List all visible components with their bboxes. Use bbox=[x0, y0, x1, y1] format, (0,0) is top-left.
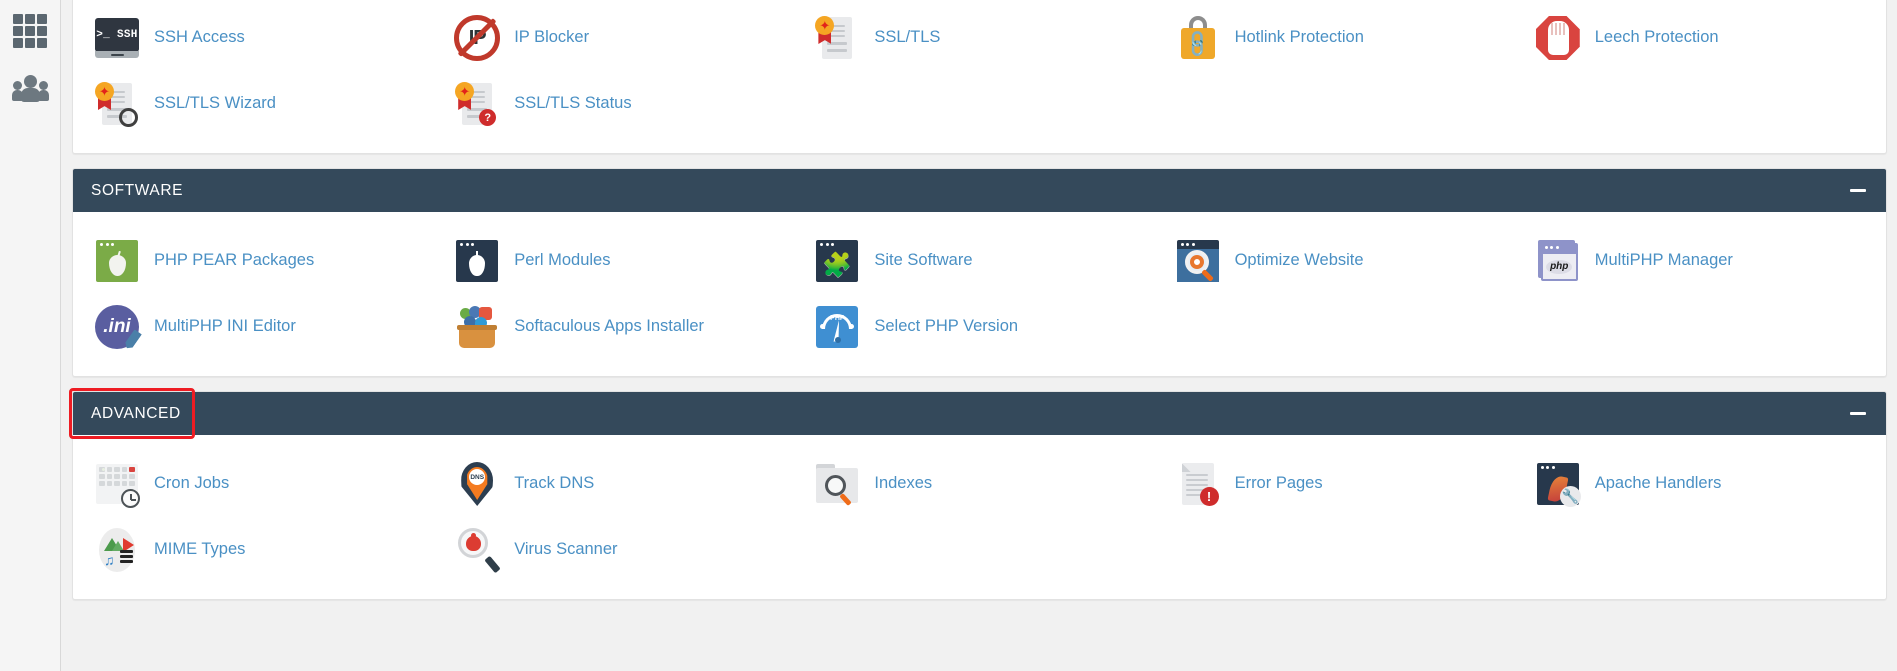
tile-spacer bbox=[1520, 71, 1880, 137]
tile-apache-handlers[interactable]: 🔧 Apache Handlers bbox=[1520, 451, 1880, 517]
grid-apps-icon bbox=[13, 14, 47, 48]
advanced-panel-header[interactable]: ADVANCED bbox=[73, 392, 1886, 435]
main-content: >_ SSH SSH Access IP IP Blocker bbox=[61, 0, 1897, 671]
tile-mime-types[interactable]: ♫ MIME Types bbox=[79, 517, 439, 583]
minus-icon[interactable] bbox=[1847, 180, 1869, 202]
tile-label: MultiPHP Manager bbox=[1595, 251, 1733, 271]
tile-multiphp-manager[interactable]: php MultiPHP Manager bbox=[1520, 228, 1880, 294]
tile-label: Indexes bbox=[874, 474, 932, 494]
tile-perl-modules[interactable]: Perl Modules bbox=[439, 228, 799, 294]
users-icon bbox=[12, 75, 48, 103]
tile-spacer bbox=[1520, 294, 1880, 360]
apache-feather-wrench-icon: 🔧 bbox=[1534, 460, 1582, 508]
tile-php-pear-packages[interactable]: PHP PEAR Packages bbox=[79, 228, 439, 294]
left-sidebar bbox=[0, 0, 61, 671]
multiphp-manager-icon: php bbox=[1534, 237, 1582, 285]
software-panel-title: SOFTWARE bbox=[91, 182, 183, 200]
tile-spacer bbox=[1160, 517, 1520, 583]
tile-label: Track DNS bbox=[514, 474, 594, 494]
software-tiles: PHP PEAR Packages Perl Modules bbox=[73, 212, 1886, 376]
document-error-icon: ! bbox=[1174, 460, 1222, 508]
stop-hand-icon bbox=[1534, 14, 1582, 62]
tile-spacer bbox=[799, 71, 1159, 137]
ssl-wizard-icon: ✦ bbox=[93, 80, 141, 128]
tile-hotlink-protection[interactable]: 🔗 Hotlink Protection bbox=[1160, 5, 1520, 71]
tile-virus-scanner[interactable]: Virus Scanner bbox=[439, 517, 799, 583]
tile-cron-jobs[interactable]: Cron Jobs bbox=[79, 451, 439, 517]
tile-ssl-tls-wizard[interactable]: ✦ SSL/TLS Wizard bbox=[79, 71, 439, 137]
ssl-certificate-icon: ✦ bbox=[813, 14, 861, 62]
tile-label: Leech Protection bbox=[1595, 28, 1719, 48]
php-gauge-icon: PHP bbox=[813, 303, 861, 351]
perl-onion-icon bbox=[453, 237, 501, 285]
dns-pin-icon: DNS bbox=[453, 460, 501, 508]
padlock-chain-icon: 🔗 bbox=[1174, 14, 1222, 62]
ssl-status-icon: ✦ ? bbox=[453, 80, 501, 128]
tile-track-dns[interactable]: DNS Track DNS bbox=[439, 451, 799, 517]
mime-types-icon: ♫ bbox=[93, 526, 141, 574]
tile-label: SSL/TLS Status bbox=[514, 94, 631, 114]
tile-spacer bbox=[1520, 517, 1880, 583]
sidebar-item-users[interactable] bbox=[0, 60, 61, 118]
tile-spacer bbox=[1160, 71, 1520, 137]
advanced-panel-title: ADVANCED bbox=[91, 405, 181, 423]
tile-ip-blocker[interactable]: IP IP Blocker bbox=[439, 5, 799, 71]
tile-label: IP Blocker bbox=[514, 28, 589, 48]
tile-label: Apache Handlers bbox=[1595, 474, 1722, 494]
tile-multiphp-ini-editor[interactable]: .ini MultiPHP INI Editor bbox=[79, 294, 439, 360]
tile-label: MultiPHP INI Editor bbox=[154, 317, 296, 337]
tile-optimize-website[interactable]: Optimize Website bbox=[1160, 228, 1520, 294]
tile-label: SSH Access bbox=[154, 28, 245, 48]
tile-label: SSL/TLS bbox=[874, 28, 940, 48]
optimize-magnifier-icon bbox=[1174, 237, 1222, 285]
tile-select-php-version[interactable]: PHP Select PHP Version bbox=[799, 294, 1159, 360]
ssh-terminal-icon: >_ SSH bbox=[93, 14, 141, 62]
advanced-panel: ADVANCED bbox=[72, 391, 1887, 600]
tile-label: PHP PEAR Packages bbox=[154, 251, 314, 271]
tile-softaculous-apps-installer[interactable]: Softaculous Apps Installer bbox=[439, 294, 799, 360]
tile-site-software[interactable]: 🧩 Site Software bbox=[799, 228, 1159, 294]
php-pear-icon bbox=[93, 237, 141, 285]
tile-label: Cron Jobs bbox=[154, 474, 229, 494]
advanced-tiles: Cron Jobs DNS Track DNS bbox=[73, 435, 1886, 599]
tile-ssl-tls[interactable]: ✦ SSL/TLS bbox=[799, 5, 1159, 71]
tile-leech-protection[interactable]: Leech Protection bbox=[1520, 5, 1880, 71]
cpanel-page: >_ SSH SSH Access IP IP Blocker bbox=[0, 0, 1897, 671]
sidebar-item-apps[interactable] bbox=[0, 2, 61, 60]
tile-label: Select PHP Version bbox=[874, 317, 1018, 337]
tile-ssh-access[interactable]: >_ SSH SSH Access bbox=[79, 5, 439, 71]
software-panel: SOFTWARE PHP PEAR Packages bbox=[72, 168, 1887, 377]
tile-label: Error Pages bbox=[1235, 474, 1323, 494]
puzzle-window-icon: 🧩 bbox=[813, 237, 861, 285]
tile-label: Virus Scanner bbox=[514, 540, 617, 560]
folder-magnifier-icon bbox=[813, 460, 861, 508]
tile-label: Site Software bbox=[874, 251, 972, 271]
tile-spacer bbox=[1160, 294, 1520, 360]
tile-label: MIME Types bbox=[154, 540, 245, 560]
tile-label: SSL/TLS Wizard bbox=[154, 94, 276, 114]
virus-magnifier-icon bbox=[453, 526, 501, 574]
minus-icon[interactable] bbox=[1847, 403, 1869, 425]
tile-label: Perl Modules bbox=[514, 251, 610, 271]
tile-ssl-tls-status[interactable]: ✦ ? SSL/TLS Status bbox=[439, 71, 799, 137]
security-panel: >_ SSH SSH Access IP IP Blocker bbox=[72, 0, 1887, 154]
tile-label: Hotlink Protection bbox=[1235, 28, 1364, 48]
tile-spacer bbox=[799, 517, 1159, 583]
tile-error-pages[interactable]: ! Error Pages bbox=[1160, 451, 1520, 517]
calendar-clock-icon bbox=[93, 460, 141, 508]
security-tiles: >_ SSH SSH Access IP IP Blocker bbox=[73, 0, 1886, 153]
ini-editor-icon: .ini bbox=[93, 303, 141, 351]
tile-label: Optimize Website bbox=[1235, 251, 1364, 271]
tile-label: Softaculous Apps Installer bbox=[514, 317, 704, 337]
softaculous-basket-icon bbox=[453, 303, 501, 351]
ip-blocker-icon: IP bbox=[453, 14, 501, 62]
tile-indexes[interactable]: Indexes bbox=[799, 451, 1159, 517]
software-panel-header[interactable]: SOFTWARE bbox=[73, 169, 1886, 212]
